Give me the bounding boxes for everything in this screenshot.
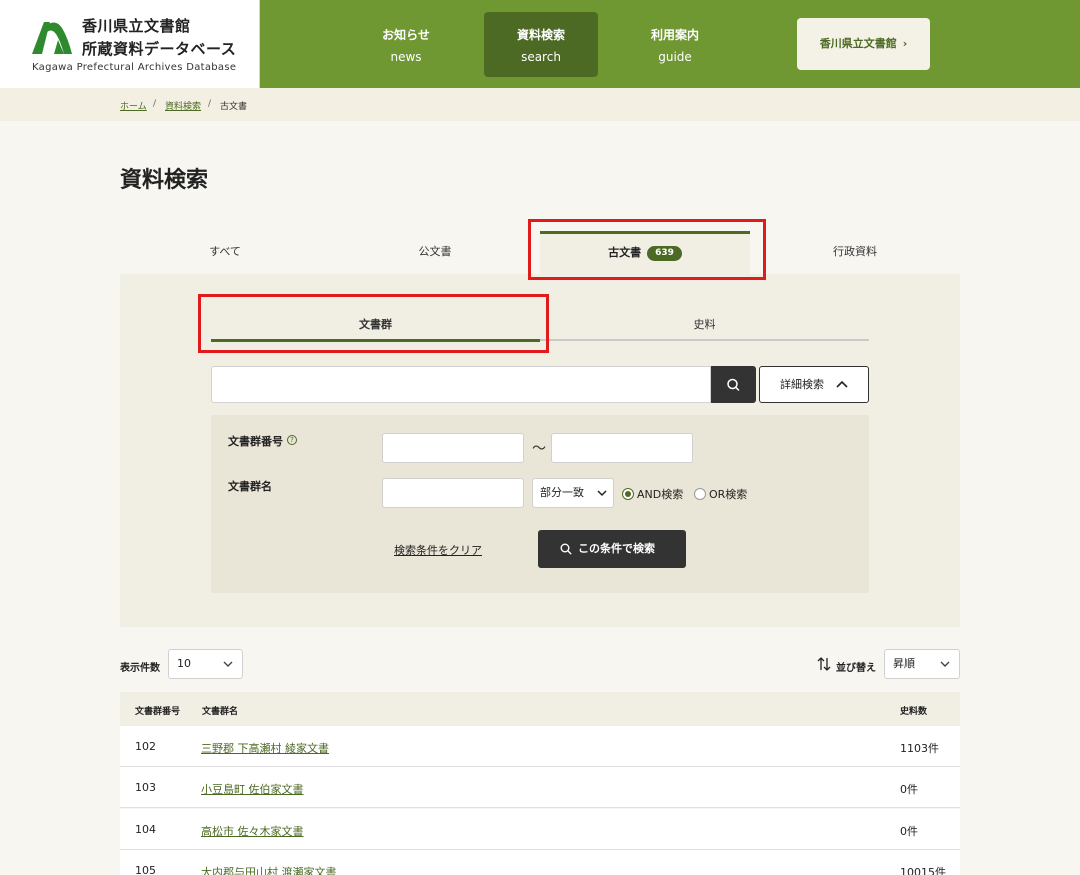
table-row: 102 三野郡 下高瀬村 綾家文書 1103件 <box>120 726 960 767</box>
breadcrumb <box>0 88 1080 121</box>
per-page-value: 10 <box>177 657 191 670</box>
nav-search[interactable]: 資料検索 search <box>484 12 598 77</box>
breadcrumb-separator: / <box>153 99 157 109</box>
doc-group-name-input[interactable] <box>382 478 524 508</box>
chevron-down-icon <box>223 661 233 667</box>
archives-site-button[interactable]: 香川県立文書館 › <box>797 18 930 70</box>
breadcrumb-search[interactable]: 資料検索 <box>165 99 201 112</box>
chevron-up-icon <box>836 380 848 388</box>
row-name-link[interactable]: 大内郡与田山村 渡瀬家文書 <box>201 864 337 875</box>
archives-site-label: 香川県立文書館 <box>819 37 897 50</box>
row-number: 102 <box>135 740 156 753</box>
radio-selected-icon <box>622 488 634 500</box>
radio-unselected-icon <box>694 488 706 500</box>
row-name-link[interactable]: 小豆島町 佐伯家文書 <box>201 781 304 797</box>
table-row: 104 高松市 佐々木家文書 0件 <box>120 809 960 850</box>
breadcrumb-separator: / <box>208 99 212 109</box>
nav-guide[interactable]: 利用案内 guide <box>618 12 732 77</box>
site-header: 香川県立文書館 所蔵資料データベース Kagawa Prefectural Ar… <box>0 0 1080 88</box>
and-search-label: AND検索 <box>637 488 684 501</box>
chevron-right-icon: › <box>902 37 908 50</box>
or-search-radio[interactable]: OR検索 <box>694 486 747 502</box>
sort-order-value: 昇順 <box>893 657 915 670</box>
doc-group-number-label: 文書群番号? <box>228 433 297 449</box>
doc-group-name-label: 文書群名 <box>228 480 272 493</box>
nav-news[interactable]: お知らせ news <box>349 12 463 77</box>
row-number: 105 <box>135 864 156 875</box>
page-title: 資料検索 <box>120 168 209 193</box>
column-header-number: 文書群番号 <box>135 707 181 717</box>
search-icon <box>727 378 740 391</box>
nav-guide-ja: 利用案内 <box>650 28 699 42</box>
row-number: 104 <box>135 823 156 836</box>
nav-news-en: news <box>390 50 422 64</box>
clear-conditions-link[interactable]: 検索条件をクリア <box>394 542 482 558</box>
subtab-historical-material[interactable]: 史料 <box>540 316 869 341</box>
logo-title-line2: 所蔵資料データベース <box>82 40 237 58</box>
nav-search-ja: 資料検索 <box>516 28 565 42</box>
doc-group-number-to-input[interactable] <box>551 433 693 463</box>
row-count: 1103件 <box>900 742 939 755</box>
per-page-label: 表示件数 <box>120 663 160 674</box>
nav-news-ja: お知らせ <box>382 28 430 42</box>
kagawa-logo-icon <box>32 22 72 54</box>
breadcrumb-home[interactable]: ホーム <box>120 99 147 112</box>
advanced-search-label: 詳細検索 <box>780 378 824 391</box>
search-with-conditions-button[interactable]: この条件で検索 <box>538 530 686 568</box>
nav-guide-en: guide <box>658 50 692 64</box>
row-number: 103 <box>135 781 156 794</box>
row-count: 10015件 <box>900 866 946 875</box>
match-type-value: 部分一致 <box>540 486 584 499</box>
advanced-search-toggle[interactable]: 詳細検索 <box>759 366 869 403</box>
table-row: 105 大内郡与田山村 渡瀬家文書 10015件 <box>120 850 960 875</box>
logo-title-line1: 香川県立文書館 <box>82 17 191 35</box>
or-search-label: OR検索 <box>709 488 748 501</box>
table-row: 103 小豆島町 佐伯家文書 0件 <box>120 767 960 808</box>
chevron-down-icon <box>597 490 607 497</box>
site-logo[interactable]: 香川県立文書館 所蔵資料データベース Kagawa Prefectural Ar… <box>0 0 260 88</box>
row-name-link[interactable]: 三野郡 下高瀬村 綾家文書 <box>201 740 329 756</box>
column-header-count: 史料数 <box>900 707 928 717</box>
doc-group-number-from-input[interactable] <box>382 433 524 463</box>
nav-search-en: search <box>521 50 561 64</box>
row-count: 0件 <box>900 825 918 838</box>
logo-subtitle: Kagawa Prefectural Archives Database <box>32 62 237 73</box>
help-icon[interactable]: ? <box>287 435 297 445</box>
search-button[interactable] <box>711 366 756 403</box>
keyword-search-input[interactable] <box>211 366 711 403</box>
tab-administrative-materials[interactable]: 行政資料 <box>750 240 960 274</box>
tab-public-documents[interactable]: 公文書 <box>330 240 540 274</box>
per-page-select[interactable]: 10 <box>168 649 243 679</box>
highlight-frame <box>528 219 766 280</box>
range-separator: ～ <box>532 441 546 457</box>
doc-group-number-label-text: 文書群番号 <box>228 435 283 448</box>
search-with-conditions-label: この条件で検索 <box>578 542 655 555</box>
sort-icon <box>817 657 831 671</box>
and-search-radio[interactable]: AND検索 <box>622 486 683 502</box>
column-header-name: 文書群名 <box>202 707 239 717</box>
row-count: 0件 <box>900 783 918 796</box>
search-icon <box>560 543 572 555</box>
results-table-header: 文書群番号 文書群名 史料数 <box>120 692 960 726</box>
sort-label: 並び替え <box>836 663 876 674</box>
breadcrumb-current: 古文書 <box>220 102 248 112</box>
highlight-frame <box>198 294 549 353</box>
tab-all[interactable]: すべて <box>120 240 330 274</box>
row-name-link[interactable]: 高松市 佐々木家文書 <box>201 823 304 839</box>
chevron-down-icon <box>940 661 950 667</box>
match-type-select[interactable]: 部分一致 <box>532 478 614 508</box>
sort-order-select[interactable]: 昇順 <box>884 649 960 679</box>
